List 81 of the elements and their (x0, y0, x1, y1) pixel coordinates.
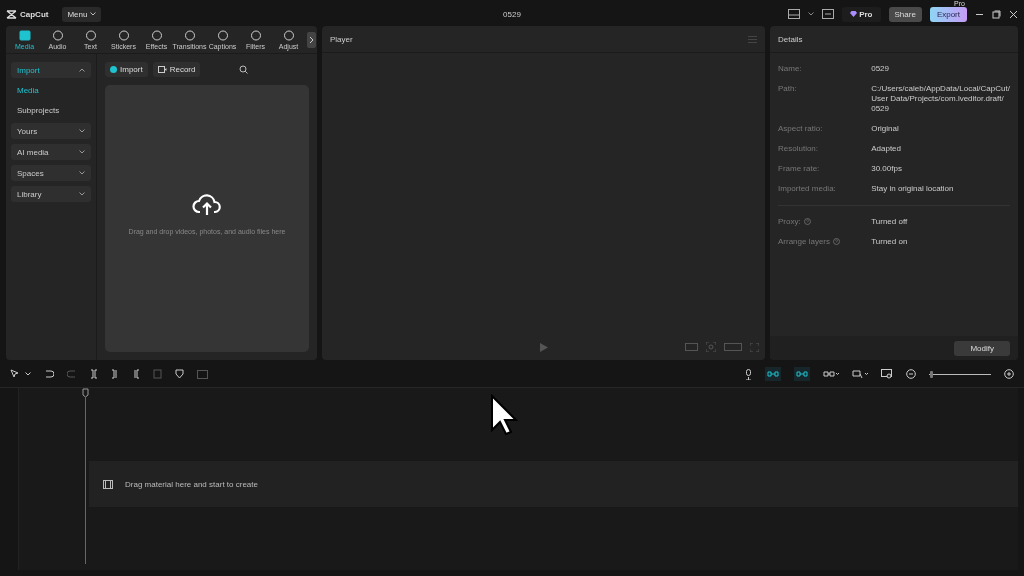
chevron-up-icon (79, 68, 85, 72)
pro-button[interactable]: Pro (842, 6, 881, 22)
app-name: CapCut (20, 9, 49, 19)
microphone-icon[interactable] (745, 368, 752, 380)
caret-icon[interactable] (25, 372, 31, 376)
layout-icon[interactable] (788, 9, 801, 19)
window-title: 0529 (503, 9, 521, 19)
trim-left-icon[interactable] (111, 369, 119, 379)
film-icon (103, 479, 113, 489)
record-button[interactable]: Record (152, 62, 201, 77)
pointer-icon[interactable] (10, 369, 20, 379)
tab-icon (249, 29, 262, 41)
maximize-icon[interactable] (992, 9, 1001, 19)
sidebar-group[interactable]: AI media (11, 144, 91, 160)
detail-label: Proxy: (778, 217, 801, 226)
modify-button[interactable]: Modify (954, 340, 1010, 356)
cloud-upload-icon (192, 192, 222, 216)
camera-icon (157, 66, 167, 73)
detail-label: Name: (778, 64, 802, 73)
sidebar-group[interactable]: Import (11, 62, 91, 78)
close-icon[interactable] (1009, 9, 1018, 19)
detail-value: Stay in original location (871, 184, 955, 194)
tab-icon (183, 29, 196, 41)
playhead[interactable] (82, 388, 89, 564)
detail-label: Frame rate: (778, 164, 820, 173)
sidebar-group[interactable]: Spaces (11, 165, 91, 181)
tab-icon (216, 29, 229, 41)
chain-icon[interactable] (823, 370, 839, 378)
panel-title: Player (330, 34, 353, 44)
tab-icon (84, 29, 97, 41)
zoom-out-icon[interactable] (906, 369, 916, 379)
shield-icon[interactable] (175, 369, 184, 379)
track-hint: Drag material here and start to create (125, 479, 258, 489)
split-icon[interactable] (90, 369, 98, 379)
import-button[interactable]: Import (105, 62, 148, 77)
detail-label: Imported media: (778, 184, 836, 193)
logo-icon (6, 9, 17, 19)
redo-icon (67, 369, 77, 379)
detail-value: C:/Users/caleb/AppData/Local/CapCut/ User Data/Projects/com.lveditor.draft/ 0529 (871, 84, 1010, 114)
detail-value: Original (871, 124, 900, 134)
chevron-right-icon[interactable] (307, 31, 316, 48)
detail-value: Turned on (871, 237, 909, 247)
detail-value: Turned off (871, 217, 909, 227)
zoom-in-icon[interactable] (1004, 369, 1014, 379)
link-toggle-icon[interactable] (765, 367, 781, 381)
sidebar-group[interactable]: Library (11, 186, 91, 202)
chevron-down-icon (79, 129, 85, 133)
search-icon[interactable] (239, 65, 249, 74)
detail-label: Path: (778, 84, 797, 93)
caret-icon (90, 12, 97, 16)
detail-value: 0529 (871, 64, 890, 74)
undo-icon[interactable] (44, 369, 54, 379)
slider-thumb[interactable] (930, 370, 934, 378)
gem-icon (850, 11, 858, 17)
detail-label: Arrange layers (778, 237, 831, 246)
main-track[interactable]: Drag material here and start to create (89, 461, 1018, 507)
detail-value: Adapted (871, 144, 902, 154)
panel-title: Details (778, 34, 803, 44)
detail-label: Aspect ratio: (778, 124, 823, 133)
trim-right-icon[interactable] (132, 369, 140, 379)
chevron-down-icon (79, 171, 85, 175)
tab-icon (150, 29, 163, 41)
tab-icon (51, 29, 64, 41)
sidebar-group[interactable]: Yours (11, 123, 91, 139)
delete-icon (153, 369, 162, 379)
cursor-icon (490, 394, 518, 436)
link-toggle-icon[interactable] (794, 367, 810, 381)
sidebar-item[interactable]: Subprojects (11, 103, 91, 118)
menu-button[interactable]: Menu (62, 6, 102, 22)
share-button[interactable]: Share (888, 6, 922, 22)
detail-value: 30.00fps (871, 164, 903, 174)
tab-icon (117, 29, 130, 41)
monitor-icon[interactable] (881, 369, 893, 379)
chevron-down-icon (79, 150, 85, 154)
export-button[interactable]: Export (929, 6, 967, 22)
chevron-down-icon (79, 192, 85, 196)
detail-label: Resolution: (778, 144, 819, 153)
tab-icon (282, 29, 295, 41)
tab-icon (18, 29, 31, 41)
caret-icon[interactable] (808, 12, 815, 16)
sidebar-item[interactable]: Media (11, 83, 91, 98)
